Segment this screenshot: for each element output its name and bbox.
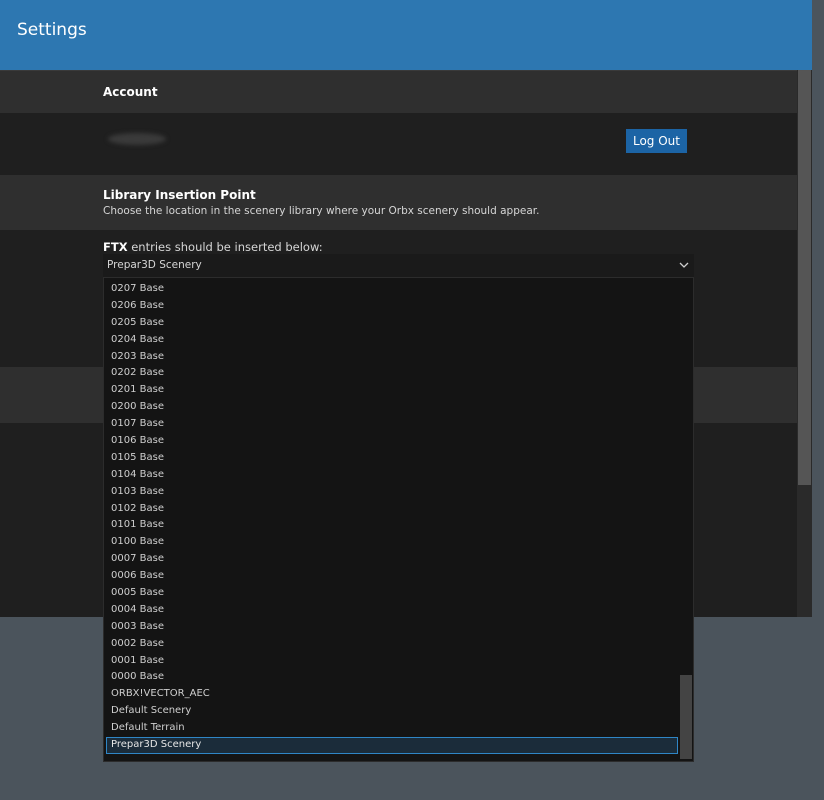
dropdown-scrollbar[interactable] bbox=[678, 278, 693, 761]
dropdown-option[interactable]: 0101 Base bbox=[104, 517, 678, 534]
page-title: Settings bbox=[17, 20, 87, 40]
library-section-description: Choose the location in the scenery libra… bbox=[103, 205, 540, 217]
dropdown-option[interactable]: 0003 Base bbox=[104, 619, 678, 636]
dropdown-option[interactable]: 0204 Base bbox=[104, 332, 678, 349]
account-section-body: Log Out bbox=[0, 113, 797, 175]
dropdown-option[interactable]: 0004 Base bbox=[104, 602, 678, 619]
dropdown-option[interactable]: 0107 Base bbox=[104, 416, 678, 433]
library-section-label: Library Insertion Point bbox=[103, 188, 256, 202]
logout-button[interactable]: Log Out bbox=[626, 129, 687, 153]
dropdown-option[interactable]: 0201 Base bbox=[104, 382, 678, 399]
app-header: Settings bbox=[0, 0, 812, 70]
dropdown-option[interactable]: 0002 Base bbox=[104, 636, 678, 653]
library-section-header: Library Insertion Point Choose the locat… bbox=[0, 175, 797, 230]
dropdown-option[interactable]: 0202 Base bbox=[104, 365, 678, 382]
dropdown-option[interactable]: 0005 Base bbox=[104, 585, 678, 602]
redacted-username bbox=[108, 133, 166, 145]
dropdown-option[interactable]: 0203 Base bbox=[104, 349, 678, 366]
dropdown-option[interactable]: 0000 Base bbox=[104, 669, 678, 686]
main-scrollbar-thumb[interactable] bbox=[798, 70, 811, 485]
chevron-down-icon[interactable] bbox=[678, 257, 690, 271]
dropdown-options-list: 0207 Base 0206 Base 0205 Base 0204 Base 0203… bbox=[104, 281, 678, 754]
dropdown-option[interactable]: ORBX!VECTOR_AEC bbox=[104, 686, 678, 703]
dropdown-option[interactable]: 0200 Base bbox=[104, 399, 678, 416]
ftx-bold: FTX bbox=[103, 240, 128, 254]
dropdown-option[interactable]: 0207 Base bbox=[104, 281, 678, 298]
dropdown-option[interactable]: Default Scenery bbox=[104, 703, 678, 720]
insertion-point-select[interactable]: Prepar3D Scenery bbox=[103, 254, 694, 277]
select-current-value: Prepar3D Scenery bbox=[107, 259, 202, 271]
dropdown-option[interactable]: 0105 Base bbox=[104, 450, 678, 467]
window-edge bbox=[812, 0, 824, 617]
dropdown-option[interactable]: 0006 Base bbox=[104, 568, 678, 585]
dropdown-option[interactable]: 0104 Base bbox=[104, 467, 678, 484]
dropdown-option-selected[interactable]: Prepar3D Scenery bbox=[106, 737, 678, 754]
dropdown-scrollbar-thumb[interactable] bbox=[680, 675, 692, 759]
dropdown-option[interactable]: 0103 Base bbox=[104, 484, 678, 501]
dropdown-option[interactable]: 0001 Base bbox=[104, 653, 678, 670]
insertion-point-dropdown: 0207 Base 0206 Base 0205 Base 0204 Base 0203… bbox=[103, 277, 694, 762]
main-scrollbar[interactable] bbox=[797, 70, 812, 617]
dropdown-option[interactable]: 0106 Base bbox=[104, 433, 678, 450]
dropdown-option[interactable]: 0100 Base bbox=[104, 534, 678, 551]
dropdown-option[interactable]: 0007 Base bbox=[104, 551, 678, 568]
dropdown-option[interactable]: 0102 Base bbox=[104, 501, 678, 518]
dropdown-option[interactable]: Default Terrain bbox=[104, 720, 678, 737]
dropdown-option[interactable]: 0205 Base bbox=[104, 315, 678, 332]
account-section-label: Account bbox=[103, 85, 158, 99]
account-section-header: Account bbox=[0, 70, 797, 113]
ftx-insertion-label: FTX entries should be inserted below: bbox=[103, 240, 323, 254]
ftx-label-rest: entries should be inserted below: bbox=[127, 240, 323, 254]
dropdown-option[interactable]: 0206 Base bbox=[104, 298, 678, 315]
